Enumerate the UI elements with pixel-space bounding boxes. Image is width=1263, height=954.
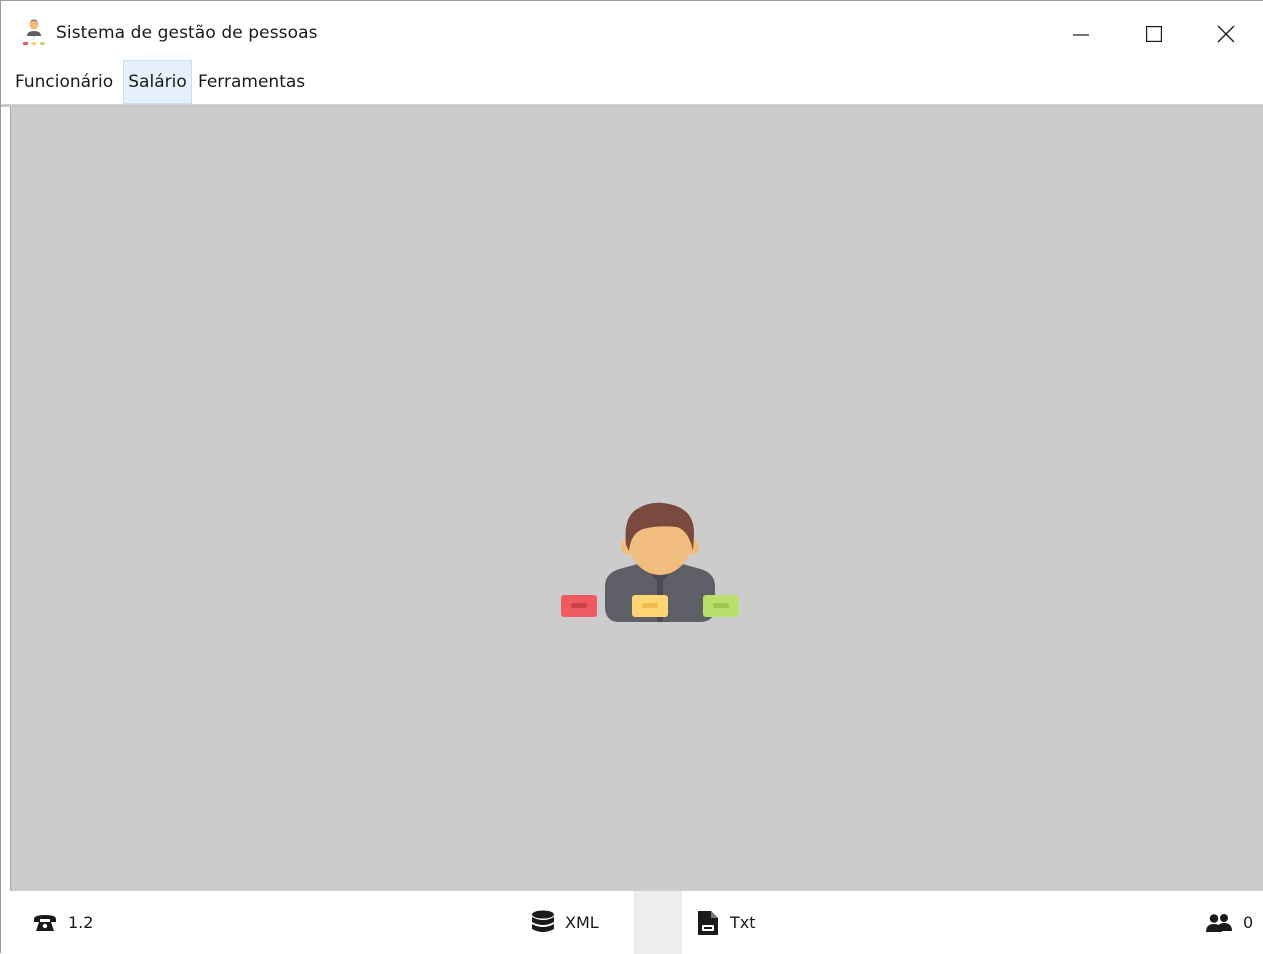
status-storage: XML [531,891,599,954]
app-person-icon [23,19,45,45]
minimize-icon [1073,34,1089,36]
close-icon [1217,25,1235,43]
maximize-button[interactable] [1119,11,1189,57]
status-bar: 1.2 XML Txt 0 [10,891,1263,954]
minimize-button[interactable] [1046,11,1116,57]
title-bar[interactable]: Sistema de gestão de pessoas [1,1,1263,57]
database-icon [532,910,554,932]
document-icon [698,910,718,935]
version-value: 1.2 [68,913,94,932]
status-file: Txt [696,891,756,954]
main-desktop-pane [10,107,1263,891]
org-boxes [561,595,739,617]
status-separator [634,891,682,954]
status-users: 0 [1205,891,1253,954]
app-window: Sistema de gestão de pessoas Funcionário… [0,0,1263,954]
users-count: 0 [1243,913,1254,932]
menu-ferramentas[interactable]: Ferramentas [193,60,310,104]
file-label: Txt [730,913,756,932]
window-title: Sistema de gestão de pessoas [56,23,318,43]
status-version: 1.2 [32,891,93,954]
menu-salario[interactable]: Salário [123,60,192,104]
person-org-chart-icon [605,502,715,622]
maximize-icon [1146,26,1162,42]
menu-funcionario[interactable]: Funcionário [10,60,118,104]
menu-bar: Funcionário Salário Ferramentas [1,60,1263,104]
phone-icon [34,914,56,931]
close-button[interactable] [1191,11,1261,57]
users-icon [1206,913,1232,932]
storage-label: XML [565,913,599,932]
